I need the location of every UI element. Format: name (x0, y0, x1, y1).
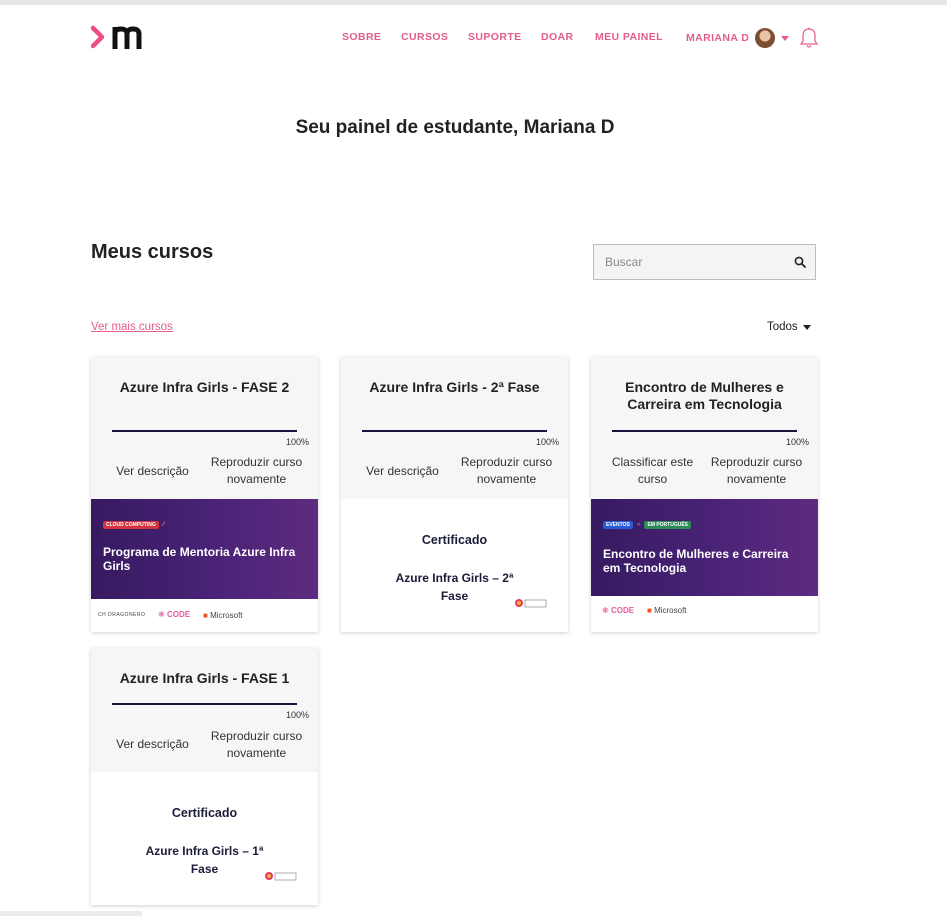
search-icon[interactable] (794, 256, 806, 268)
more-courses-link[interactable]: Ver mais cursos (91, 321, 173, 333)
partner-logos: CH DRAGONERO ❋ CODE ■ Microsoft (91, 599, 318, 632)
course-card: Azure Infra Girls - FASE 2 100% Ver desc… (91, 357, 318, 632)
view-description-button[interactable]: Ver descrição (355, 463, 450, 480)
progress-bar (112, 703, 297, 705)
filter-dropdown[interactable]: Todos (767, 321, 811, 333)
avatar (755, 28, 776, 48)
certificate-title: Certificado (421, 533, 488, 547)
page-title: Seu painel de estudante, Mariana D (295, 117, 615, 138)
progress-bar (362, 430, 547, 432)
progress-label: 100% (285, 437, 309, 447)
microsoft-logo: ■ Microsoft (203, 611, 243, 620)
course-card: Azure Infra Girls - 2ª Fase 100% Ver des… (341, 357, 568, 632)
user-menu[interactable]: MARIANA D (686, 28, 790, 48)
progress-label: 100% (535, 437, 559, 447)
user-name: MARIANA D (686, 32, 750, 44)
section-title: Meus cursos (91, 241, 214, 263)
course-banner[interactable]: EVENTOS ○ EM PORTUGUÊS Encontro de Mulhe… (591, 499, 818, 596)
certificate-title: Certificado (171, 806, 238, 820)
certificate-preview[interactable]: Certificado Azure Infra Girls – 2ª Fase (341, 499, 568, 632)
code-logo (265, 872, 297, 881)
course-title[interactable]: Azure Infra Girls - 2ª Fase (349, 379, 560, 396)
rate-course-button[interactable]: Classificar este curso (605, 454, 700, 488)
replay-course-button[interactable]: Reproduzir curso novamente (209, 728, 304, 762)
code-logo: ❋ CODE (602, 606, 635, 615)
partner-logos: ❋ CODE ■ Microsoft (591, 596, 818, 632)
certificate-subtitle: Azure Infra Girls – 2ª Fase (395, 571, 514, 603)
course-title[interactable]: Encontro de Mulheres e Carreira em Tecno… (599, 379, 810, 413)
progress-label: 100% (785, 437, 809, 447)
nav-doar[interactable]: DOAR (541, 31, 574, 43)
certificate-preview[interactable]: Certificado Azure Infra Girls – 1ª Fase (91, 772, 318, 905)
tag-separator: ○ (636, 522, 641, 528)
course-card: Encontro de Mulheres e Carreira em Tecno… (591, 357, 818, 632)
filter-label: Todos (767, 321, 798, 333)
horizontal-scrollbar[interactable] (0, 911, 142, 916)
banner-tag: EVENTOS (603, 521, 633, 529)
banner-tag: CLOUD COMPUTING (103, 521, 159, 529)
chevron-down-icon (802, 324, 811, 330)
course-banner[interactable]: CLOUD COMPUTING ⁄⁄ Programa de Mentoria … (91, 499, 318, 599)
banner-tag: EM PORTUGUÊS (644, 521, 691, 529)
progress-bar (112, 430, 297, 432)
view-description-button[interactable]: Ver descrição (105, 736, 200, 753)
progress-label: 100% (285, 710, 309, 720)
nav-sobre[interactable]: SOBRE (342, 31, 381, 43)
top-border (0, 0, 947, 5)
nav-meu-painel[interactable]: MEU PAINEL (595, 31, 663, 43)
replay-course-button[interactable]: Reproduzir curso novamente (709, 454, 804, 488)
banner-title: Programa de Mentoria Azure Infra Girls (103, 545, 296, 573)
course-card: Azure Infra Girls - FASE 1 100% Ver desc… (91, 648, 318, 905)
view-description-button[interactable]: Ver descrição (105, 463, 200, 480)
search-input[interactable] (594, 245, 784, 279)
code-logo (515, 599, 547, 608)
microsoft-logo: ■ Microsoft (647, 606, 687, 615)
site-logo[interactable] (91, 22, 161, 52)
certificate-subtitle: Azure Infra Girls – 1ª Fase (145, 844, 264, 876)
banner-title: Encontro de Mulheres e Carreira em Tecno… (603, 547, 789, 575)
replay-course-button[interactable]: Reproduzir curso novamente (459, 454, 554, 488)
partner-logo-text: CH DRAGONERO (98, 612, 146, 618)
nav-suporte[interactable]: SUPORTE (468, 31, 522, 43)
code-logo: ❋ CODE (158, 610, 191, 619)
course-title[interactable]: Azure Infra Girls - FASE 2 (99, 379, 310, 396)
course-title[interactable]: Azure Infra Girls - FASE 1 (99, 670, 310, 687)
progress-bar (612, 430, 797, 432)
nav-cursos[interactable]: CURSOS (401, 31, 448, 43)
bell-icon[interactable] (799, 27, 819, 49)
chevron-down-icon (781, 35, 790, 41)
tag-separator: ⁄⁄ (162, 522, 165, 528)
replay-course-button[interactable]: Reproduzir curso novamente (209, 454, 304, 488)
search-box (593, 244, 816, 280)
